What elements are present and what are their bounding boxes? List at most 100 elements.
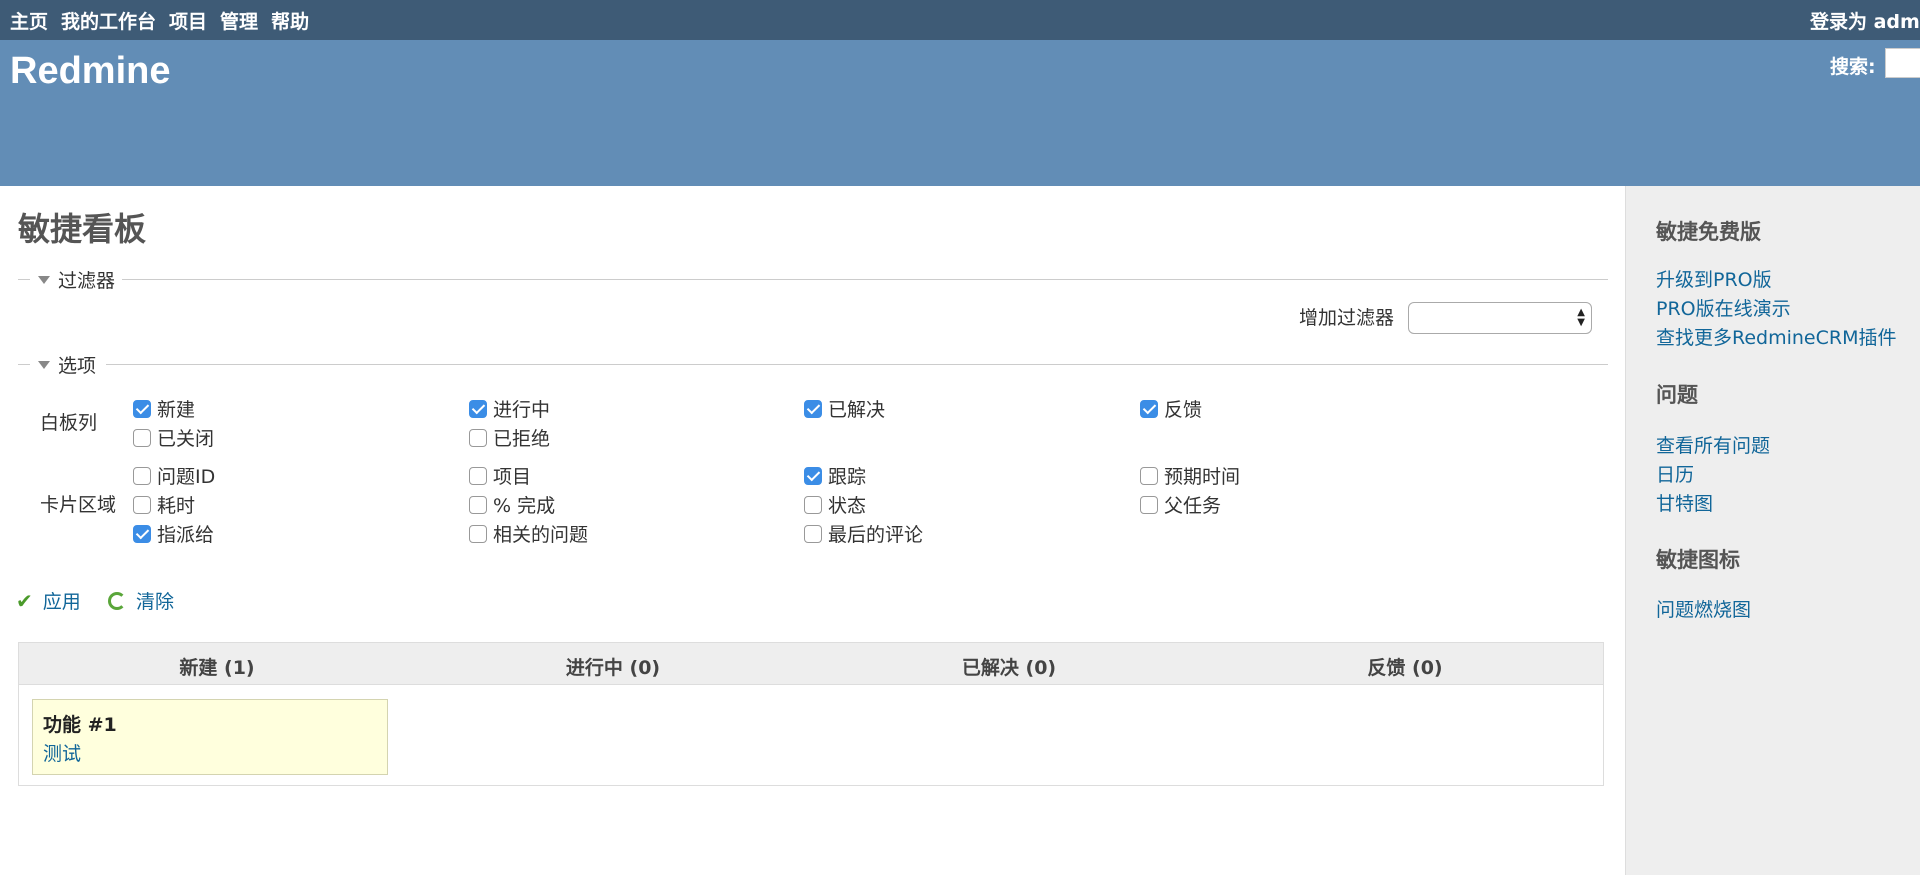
page-title: 敏捷看板 bbox=[18, 210, 147, 248]
board-column-label: 已关闭 bbox=[157, 428, 215, 450]
select-arrows-icon: ▲ ▼ bbox=[1577, 307, 1585, 328]
card-field-label: 跟踪 bbox=[828, 466, 867, 488]
collapse-triangle-icon bbox=[38, 275, 50, 284]
apply-button[interactable]: ✔ 应用 bbox=[16, 587, 81, 614]
card-field-option[interactable]: 状态 bbox=[804, 491, 866, 518]
board-column-option[interactable]: 反馈 bbox=[1140, 395, 1202, 422]
board-column-label: 进行中 bbox=[493, 399, 551, 421]
board-column-label: 已拒绝 bbox=[493, 428, 551, 450]
card-field-checkbox[interactable] bbox=[469, 466, 487, 485]
card-field-option[interactable]: 预期时间 bbox=[1140, 462, 1240, 489]
card-field-checkbox[interactable] bbox=[804, 466, 822, 485]
board-columns-label: 白板列 bbox=[40, 412, 98, 434]
filters-legend[interactable]: 过滤器 bbox=[22, 266, 115, 293]
header: Redmine 搜索: bbox=[0, 40, 1920, 186]
column-title-resolved: 已解决 (0) bbox=[961, 657, 1057, 679]
card-field-label: % 完成 bbox=[493, 495, 556, 517]
card-field-checkbox[interactable] bbox=[133, 524, 151, 543]
menu-item-home[interactable]: 主页 bbox=[10, 7, 48, 34]
top-menu-items: 主页 我的工作台 项目 管理 帮助 bbox=[10, 7, 309, 34]
board-column-checkbox[interactable] bbox=[804, 399, 822, 418]
menu-item-projects[interactable]: 项目 bbox=[169, 7, 207, 34]
board-column-label: 反馈 bbox=[1164, 399, 1203, 421]
app-title: Redmine bbox=[10, 50, 171, 92]
card-field-checkbox[interactable] bbox=[804, 495, 822, 514]
card-field-checkbox[interactable] bbox=[469, 524, 487, 543]
clear-label: 清除 bbox=[136, 591, 175, 613]
card-field-option[interactable]: 问题ID bbox=[133, 462, 215, 489]
card-field-option[interactable]: 项目 bbox=[469, 462, 531, 489]
board-column-option[interactable]: 进行中 bbox=[469, 395, 550, 422]
issue-card[interactable]: 功能 #1 测试 bbox=[32, 699, 388, 775]
sidebar-link-view-all-issues[interactable]: 查看所有问题 bbox=[1656, 431, 1770, 458]
board-column-checkbox[interactable] bbox=[469, 399, 487, 418]
card-field-checkbox[interactable] bbox=[133, 466, 151, 485]
card-field-option[interactable]: 父任务 bbox=[1140, 491, 1221, 518]
card-field-option[interactable]: % 完成 bbox=[469, 491, 555, 518]
board-column-option[interactable]: 已关闭 bbox=[133, 424, 214, 451]
board-column-option[interactable]: 已拒绝 bbox=[469, 424, 550, 451]
filters-legend-label: 过滤器 bbox=[58, 270, 116, 292]
card-field-label: 项目 bbox=[493, 466, 532, 488]
options-legend-label: 选项 bbox=[58, 355, 97, 377]
sidebar-link-burndown[interactable]: 问题燃烧图 bbox=[1656, 595, 1751, 622]
agile-board: 新建 (1) 进行中 (0) 已解决 (0) 反馈 (0) 功能 #1 测试 bbox=[18, 642, 1604, 786]
card-field-checkbox[interactable] bbox=[469, 495, 487, 514]
board-column-checkbox[interactable] bbox=[133, 399, 151, 418]
card-field-label: 问题ID bbox=[157, 466, 216, 488]
column-title-feedback: 反馈 (0) bbox=[1367, 657, 1443, 679]
sidebar-heading-issues: 问题 bbox=[1656, 383, 1698, 407]
card-field-label: 预期时间 bbox=[1164, 466, 1241, 488]
top-menu: 主页 我的工作台 项目 管理 帮助 登录为 adm bbox=[0, 0, 1920, 40]
clear-button[interactable]: 清除 bbox=[108, 587, 174, 614]
sidebar-link-pro-demo[interactable]: PRO版在线演示 bbox=[1656, 294, 1791, 321]
sidebar-link-calendar[interactable]: 日历 bbox=[1656, 460, 1694, 487]
sidebar-link-more-plugins[interactable]: 查找更多RedmineCRM插件 bbox=[1656, 323, 1896, 350]
add-filter-select[interactable]: ▲ ▼ bbox=[1408, 302, 1592, 334]
filters-divider-right bbox=[122, 279, 1608, 280]
board-column-checkbox[interactable] bbox=[133, 428, 151, 447]
card-subject-link[interactable]: 测试 bbox=[43, 739, 81, 766]
board-column-checkbox[interactable] bbox=[1140, 399, 1158, 418]
card-field-option[interactable]: 相关的问题 bbox=[469, 520, 588, 547]
sidebar-heading-agile-charts: 敏捷图标 bbox=[1656, 548, 1740, 572]
card-field-label: 指派给 bbox=[157, 524, 215, 546]
menu-item-my-page[interactable]: 我的工作台 bbox=[61, 7, 156, 34]
card-field-option[interactable]: 指派给 bbox=[133, 520, 214, 547]
add-filter-label: 增加过滤器 bbox=[1299, 307, 1395, 329]
reload-icon bbox=[108, 591, 126, 610]
column-title-new: 新建 (1) bbox=[179, 657, 255, 679]
card-field-checkbox[interactable] bbox=[1140, 466, 1158, 485]
sidebar-link-gantt[interactable]: 甘特图 bbox=[1656, 489, 1713, 516]
menu-item-help[interactable]: 帮助 bbox=[271, 7, 309, 34]
collapse-triangle-icon bbox=[38, 360, 50, 369]
board-column-checkbox[interactable] bbox=[469, 428, 487, 447]
search-label: 搜索: bbox=[1830, 56, 1876, 78]
card-title: 功能 #1 bbox=[43, 714, 117, 736]
checkmark-icon: ✔ bbox=[16, 588, 33, 613]
card-field-option[interactable]: 最后的评论 bbox=[804, 520, 923, 547]
apply-label: 应用 bbox=[42, 591, 81, 613]
sidebar-link-upgrade-pro[interactable]: 升级到PRO版 bbox=[1656, 265, 1772, 292]
search-input[interactable] bbox=[1885, 48, 1920, 78]
card-field-label: 父任务 bbox=[1164, 495, 1222, 517]
card-field-label: 状态 bbox=[828, 495, 867, 517]
options-legend[interactable]: 选项 bbox=[22, 351, 96, 378]
card-field-option[interactable]: 耗时 bbox=[133, 491, 195, 518]
logged-in-as[interactable]: 登录为 adm bbox=[1810, 7, 1920, 34]
menu-item-administration[interactable]: 管理 bbox=[220, 7, 258, 34]
board-column-label: 已解决 bbox=[828, 399, 886, 421]
card-field-option[interactable]: 跟踪 bbox=[804, 462, 866, 489]
card-field-checkbox[interactable] bbox=[1140, 495, 1158, 514]
card-field-checkbox[interactable] bbox=[804, 524, 822, 543]
sidebar-heading-agile-free: 敏捷免费版 bbox=[1656, 220, 1761, 244]
board-column-option[interactable]: 新建 bbox=[133, 395, 195, 422]
options-divider-right bbox=[106, 364, 1608, 365]
board-column-label: 新建 bbox=[157, 399, 196, 421]
card-field-checkbox[interactable] bbox=[133, 495, 151, 514]
board-column-option[interactable]: 已解决 bbox=[804, 395, 885, 422]
card-field-label: 最后的评论 bbox=[828, 524, 924, 546]
card-field-label: 相关的问题 bbox=[493, 524, 589, 546]
sidebar: 敏捷免费版 升级到PRO版 PRO版在线演示 查找更多RedmineCRM插件 … bbox=[1625, 186, 1920, 875]
main-content: 敏捷看板 过滤器 增加过滤器 ▲ ▼ 选项 白板列 卡片区域 ✔ 应用 清除 新建… bbox=[0, 186, 1625, 875]
